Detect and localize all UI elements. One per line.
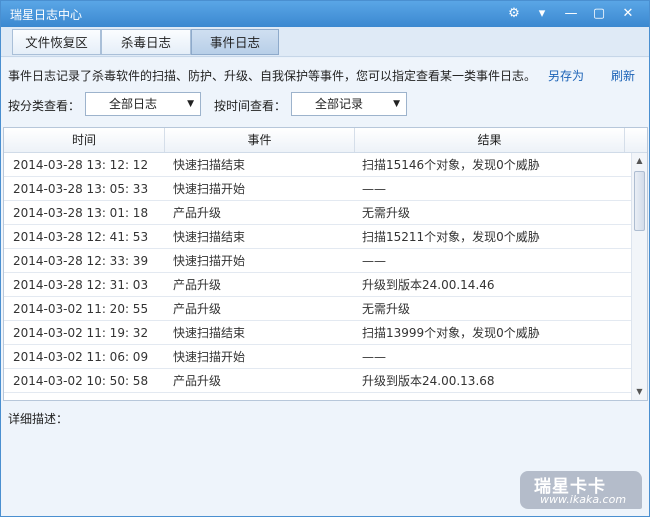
time-filter-select[interactable]: 全部记录 ▼ xyxy=(291,92,407,116)
title-bar[interactable]: 瑞星日志中心 ⚙ ▾ — ▢ ✕ xyxy=(1,1,649,27)
scroll-down-icon[interactable]: ▼ xyxy=(632,384,647,400)
chevron-down-icon: ▼ xyxy=(393,99,400,109)
table-row[interactable]: 2014-03-28 12: 33: 39 快速扫描开始 —— xyxy=(4,249,631,273)
category-filter-label: 按分类查看： xyxy=(8,99,81,113)
gear-icon[interactable]: ⚙ xyxy=(503,4,525,24)
row-time: 2014-03-02 10: 50: 58 xyxy=(13,374,149,388)
table-row[interactable]: 2014-03-28 13: 01: 18 产品升级 无需升级 xyxy=(4,201,631,225)
row-event: 快速扫描开始 xyxy=(173,182,246,196)
row-event: 快速扫描开始 xyxy=(173,350,246,364)
row-time: 2014-03-28 13: 05: 33 xyxy=(13,182,149,196)
table-row[interactable]: 2014-03-02 10: 50: 58 产品升级 升级到版本24.00.13… xyxy=(4,369,631,393)
row-time: 2014-03-28 12: 33: 39 xyxy=(13,254,149,268)
row-time: 2014-03-28 12: 31: 03 xyxy=(13,278,149,292)
row-event: 产品升级 xyxy=(173,206,222,220)
row-result: —— xyxy=(362,350,386,364)
detail-description-label: 详细描述： xyxy=(8,412,69,426)
row-result: 扫描13999个对象，发现0个威胁 xyxy=(362,326,540,340)
scrollbar-thumb[interactable] xyxy=(634,171,645,231)
log-center-window: 瑞星日志中心 ⚙ ▾ — ▢ ✕ 文件恢复区 杀毒日志 事件日志 事件日志记录了… xyxy=(0,0,650,517)
row-result: —— xyxy=(362,254,386,268)
row-event: 产品升级 xyxy=(173,278,222,292)
row-result: 无需升级 xyxy=(362,206,411,220)
column-header-time[interactable]: 时间 xyxy=(4,128,165,152)
row-event: 快速扫描开始 xyxy=(173,254,246,268)
column-header-result[interactable]: 结果 xyxy=(355,128,625,152)
tab-event-log[interactable]: 事件日志 xyxy=(191,29,279,55)
row-time: 2014-03-02 11: 20: 55 xyxy=(13,302,149,316)
row-result: 扫描15146个对象，发现0个威胁 xyxy=(362,158,540,172)
row-event: 产品升级 xyxy=(173,302,222,316)
minimize-icon[interactable]: — xyxy=(560,4,582,24)
row-result: 升级到版本24.00.13.68 xyxy=(362,374,495,388)
row-event: 快速扫描结束 xyxy=(173,158,246,172)
table-row[interactable]: 2014-03-02 11: 19: 32 快速扫描结束 扫描13999个对象，… xyxy=(4,321,631,345)
table-row[interactable]: 2014-03-28 13: 05: 33 快速扫描开始 —— xyxy=(4,177,631,201)
time-filter-value: 全部记录 xyxy=(314,97,363,111)
row-time: 2014-03-28 12: 41: 53 xyxy=(13,230,149,244)
row-time: 2014-03-28 13: 01: 18 xyxy=(13,206,149,220)
column-header-event[interactable]: 事件 xyxy=(165,128,355,152)
ikaka-watermark-logo: 瑞星卡卡 www.ikaka.com xyxy=(520,471,642,509)
row-result: 扫描15211个对象，发现0个威胁 xyxy=(362,230,540,244)
event-log-table: 时间 事件 结果 2014-03-28 13: 12: 12 快速扫描结束 扫描… xyxy=(3,127,648,401)
row-event: 产品升级 xyxy=(173,374,222,388)
save-as-link[interactable]: 另存为 xyxy=(548,67,584,84)
event-log-panel: 事件日志记录了杀毒软件的扫描、防护、升级、自我保护等事件，您可以指定查看某一类事… xyxy=(1,58,649,516)
table-scrollbar[interactable]: ▲ ▼ xyxy=(631,153,647,400)
row-time: 2014-03-02 11: 19: 32 xyxy=(13,326,149,340)
row-result: 升级到版本24.00.14.46 xyxy=(362,278,495,292)
row-time: 2014-03-28 13: 12: 12 xyxy=(13,158,149,172)
table-row[interactable]: 2014-03-02 11: 20: 55 产品升级 无需升级 xyxy=(4,297,631,321)
watermark-url: www.ikaka.com xyxy=(540,493,627,506)
tab-antivirus-log[interactable]: 杀毒日志 xyxy=(101,29,191,55)
window-title: 瑞星日志中心 xyxy=(10,8,83,22)
tab-bar: 文件恢复区 杀毒日志 事件日志 xyxy=(1,27,649,57)
table-row[interactable]: 2014-03-28 12: 31: 03 产品升级 升级到版本24.00.14… xyxy=(4,273,631,297)
scroll-up-icon[interactable]: ▲ xyxy=(632,153,647,169)
table-row[interactable]: 2014-03-28 13: 12: 12 快速扫描结束 扫描15146个对象，… xyxy=(4,153,631,177)
dropdown-menu-icon[interactable]: ▾ xyxy=(531,4,553,24)
row-time: 2014-03-02 11: 06: 09 xyxy=(13,350,149,364)
table-body: 2014-03-28 13: 12: 12 快速扫描结束 扫描15146个对象，… xyxy=(4,153,631,393)
table-row[interactable]: 2014-03-28 12: 41: 53 快速扫描结束 扫描15211个对象，… xyxy=(4,225,631,249)
table-row[interactable]: 2014-03-02 11: 06: 09 快速扫描开始 —— xyxy=(4,345,631,369)
row-result: —— xyxy=(362,182,386,196)
time-filter-label: 按时间查看： xyxy=(214,99,287,113)
tab-file-recovery[interactable]: 文件恢复区 xyxy=(12,29,101,55)
row-result: 无需升级 xyxy=(362,302,411,316)
row-event: 快速扫描结束 xyxy=(173,230,246,244)
maximize-icon[interactable]: ▢ xyxy=(588,4,610,24)
close-icon[interactable]: ✕ xyxy=(617,4,639,24)
refresh-link[interactable]: 刷新 xyxy=(611,67,635,84)
event-log-description: 事件日志记录了杀毒软件的扫描、防护、升级、自我保护等事件，您可以指定查看某一类事… xyxy=(8,69,537,83)
category-filter-select[interactable]: 全部日志 ▼ xyxy=(85,92,201,116)
chevron-down-icon: ▼ xyxy=(187,99,194,109)
category-filter-value: 全部日志 xyxy=(108,97,157,111)
row-event: 快速扫描结束 xyxy=(173,326,246,340)
table-header: 时间 事件 结果 xyxy=(4,128,647,153)
